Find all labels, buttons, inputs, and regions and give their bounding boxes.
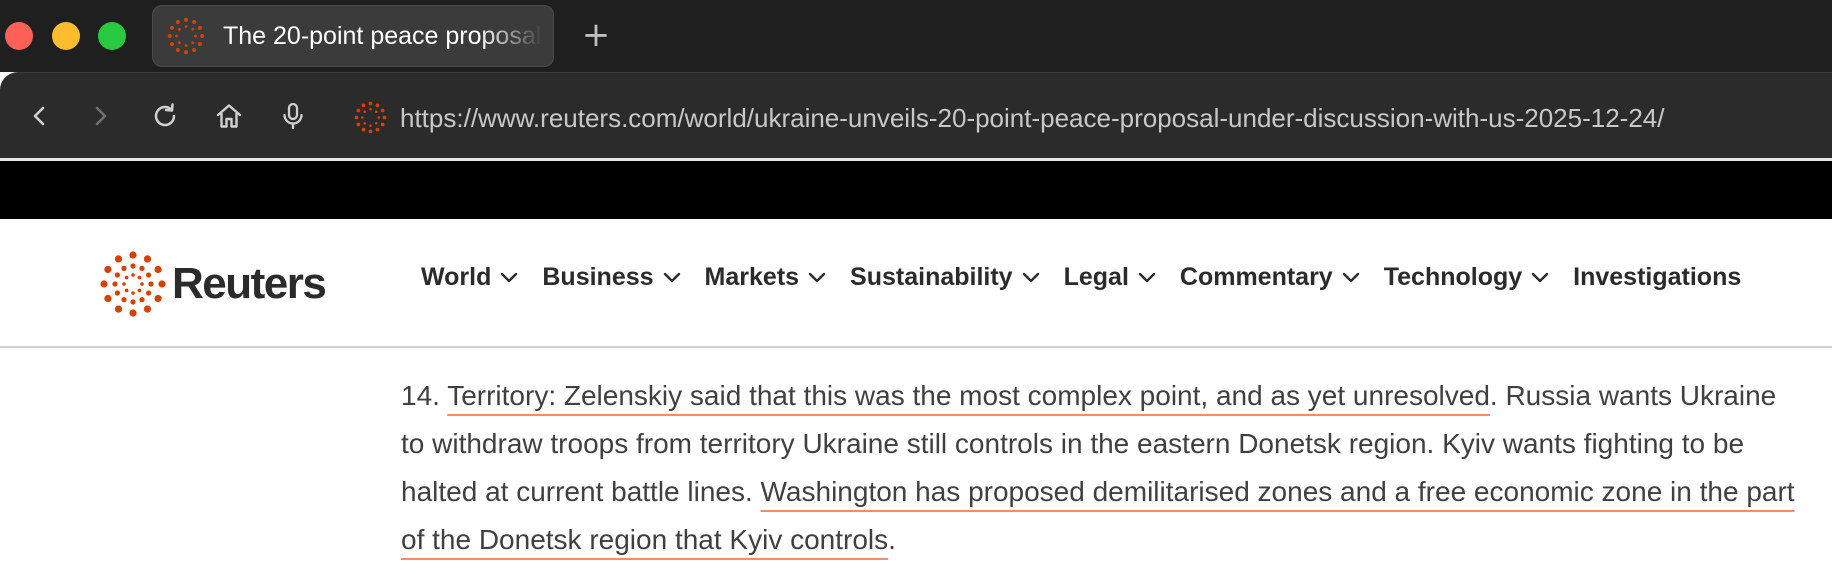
nav-item-legal[interactable]: Legal <box>1064 263 1157 292</box>
microphone-icon <box>283 102 303 130</box>
close-window-button[interactable] <box>5 22 33 50</box>
chevron-down-icon <box>1022 272 1039 282</box>
reuters-wordmark: Reuters <box>172 259 327 308</box>
site-favicon-icon <box>354 101 387 134</box>
reuters-logo[interactable]: Reuters <box>100 251 327 317</box>
article-paragraph: 14. Territory: Zelenskiy said that this … <box>401 372 1801 564</box>
nav-item-sustainability[interactable]: Sustainability <box>850 263 1041 292</box>
reload-icon <box>154 103 176 127</box>
reload-button[interactable] <box>148 99 182 133</box>
forward-button[interactable] <box>84 99 118 133</box>
browser-tab[interactable]: The 20-point peace proposal under discus… <box>152 5 554 67</box>
main-nav: World Business Markets Sustainability Le… <box>421 263 1764 292</box>
minimize-window-button[interactable] <box>52 22 80 50</box>
nav-item-label: Legal <box>1063 263 1129 291</box>
nav-item-label: Sustainability <box>850 263 1013 291</box>
back-button[interactable] <box>22 99 56 133</box>
chevron-down-icon <box>1138 272 1156 282</box>
article-body: 14. Territory: Zelenskiy said that this … <box>401 372 1801 564</box>
nav-item-label: Investigations <box>1573 263 1742 291</box>
home-button[interactable] <box>212 99 246 133</box>
nav-item-label: World <box>421 263 492 291</box>
chevron-down-icon <box>808 272 826 282</box>
new-tab-button[interactable]: + <box>580 14 612 56</box>
chevron-down-icon <box>1342 272 1359 282</box>
highlighted-text[interactable]: Territory: Zelenskiy said that this was … <box>447 380 1490 411</box>
list-number: 14. <box>401 380 448 411</box>
chevron-down-icon <box>1531 272 1549 282</box>
chevron-down-icon <box>501 272 518 282</box>
nav-item-label: Technology <box>1383 263 1523 291</box>
chevron-left-icon <box>33 106 45 126</box>
site-header: Reuters World Business Markets Sustainab… <box>0 219 1832 348</box>
reuters-favicon-icon <box>167 17 205 55</box>
browser-tab-strip: The 20-point peace proposal under discus… <box>0 0 1832 72</box>
paragraph-text: . <box>888 524 896 555</box>
nav-item-label: Markets <box>704 263 800 291</box>
nav-item-markets[interactable]: Markets <box>705 263 828 292</box>
browser-toolbar: https://www.reuters.com/world/ukraine-un… <box>0 72 1832 158</box>
nav-item-commentary[interactable]: Commentary <box>1180 263 1361 292</box>
nav-item-technology[interactable]: Technology <box>1384 263 1550 292</box>
nav-item-world[interactable]: World <box>421 263 519 292</box>
nav-item-business[interactable]: Business <box>542 263 681 292</box>
chevron-right-icon <box>95 106 107 126</box>
voice-search-button[interactable] <box>276 99 310 133</box>
reuters-logo-icon <box>100 251 166 317</box>
page-top-banner <box>0 161 1832 219</box>
home-icon <box>216 104 242 128</box>
address-bar[interactable]: https://www.reuters.com/world/ukraine-un… <box>400 101 1664 135</box>
chevron-down-icon <box>663 272 680 282</box>
nav-item-investigations[interactable]: Investigations <box>1573 263 1741 292</box>
maximize-window-button[interactable] <box>98 22 126 50</box>
tab-title: The 20-point peace proposal under discus… <box>223 21 543 50</box>
nav-item-label: Business <box>542 263 654 291</box>
nav-item-label: Commentary <box>1179 263 1333 291</box>
